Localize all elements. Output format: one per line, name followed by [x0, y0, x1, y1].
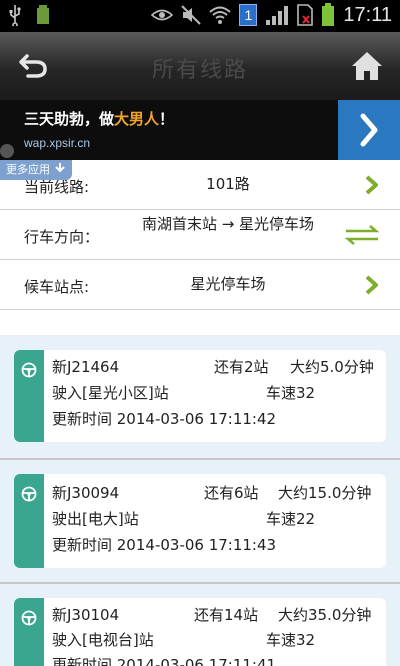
chevron-right-icon[interactable] — [364, 274, 380, 296]
android-icon — [37, 5, 49, 24]
bus-card[interactable]: 新J21464 还有2站 大约5.0分钟 驶入[星光小区]站 车速32 更新时间… — [14, 350, 386, 442]
title-bar: 所有线路 — [0, 32, 400, 100]
bus-eta: 大约15.0分钟 — [278, 484, 372, 502]
bus-stops-left: 还有2站 — [214, 358, 269, 376]
bus-plate: 新J21464 — [52, 358, 120, 376]
battery-icon — [322, 3, 335, 26]
wifi-icon — [209, 6, 232, 24]
bus-speed: 车速32 — [266, 631, 316, 649]
bus-card[interactable]: 新J30104 还有14站 大约35.0分钟 驶入[电视台]站 车速32 更新时… — [14, 598, 386, 666]
bus-location: 驶出[电大]站 — [52, 510, 139, 528]
stop-row[interactable]: 候车站点: 星光停车场 — [0, 260, 400, 310]
usb-icon — [9, 5, 21, 26]
bus-update-time: 更新时间 2014-03-06 17:11:42 — [52, 410, 277, 428]
page-title: 所有线路 — [151, 58, 248, 83]
ad-headline: 三天助勃，做大男人！ — [24, 110, 175, 128]
card-strip — [14, 350, 44, 442]
route-value: 101路 — [206, 175, 250, 193]
list-item[interactable]: 新J30104 还有14站 大约35.0分钟 驶入[电视台]站 车速32 更新时… — [0, 584, 400, 666]
bus-card[interactable]: 新J30094 还有6站 大约15.0分钟 驶出[电大]站 车速22 更新时间 … — [14, 474, 386, 568]
bus-update-time: 更新时间 2014-03-06 17:11:41 — [52, 656, 277, 666]
mute-icon — [181, 5, 202, 25]
bus-speed: 车速32 — [266, 384, 316, 402]
chevron-right-icon — [360, 113, 378, 147]
clock: 17:11 — [343, 3, 392, 26]
more-apps-tab[interactable]: 更多应用 — [0, 160, 72, 180]
direction-row[interactable]: 行车方向： 南湖首末站 → 星光停车场 — [0, 210, 400, 260]
download-arrow-icon — [54, 163, 65, 173]
bus-plate: 新J30104 — [52, 606, 120, 624]
stop-label: 候车站点: — [24, 278, 90, 296]
bus-speed: 车速22 — [266, 510, 316, 528]
bus-eta: 大约35.0分钟 — [278, 606, 372, 624]
bus-update-time: 更新时间 2014-03-06 17:11:43 — [52, 536, 277, 554]
eye-icon — [151, 9, 174, 21]
list-item[interactable]: 新J21464 还有2站 大约5.0分钟 驶入[星光小区]站 车速32 更新时间… — [0, 336, 400, 460]
steering-wheel-icon — [21, 610, 37, 626]
chevron-right-icon[interactable] — [364, 174, 380, 196]
home-icon[interactable] — [350, 50, 384, 82]
list-item[interactable]: 新J30094 还有6站 大约15.0分钟 驶出[电大]站 车速22 更新时间 … — [0, 460, 400, 584]
notification-badge: 1 — [239, 4, 258, 26]
stop-value: 星光停车场 — [190, 275, 266, 293]
swap-direction-icon[interactable] — [344, 224, 380, 246]
route-info-panel: 当前线路: 101路 行车方向： 南湖首末站 → 星光停车场 候车站点: 星光停… — [0, 160, 400, 335]
steering-wheel-icon — [21, 486, 37, 502]
ad-open-button[interactable] — [338, 100, 400, 160]
bus-stops-left: 还有14站 — [194, 606, 259, 624]
bus-plate: 新J30094 — [52, 484, 120, 502]
bus-stops-left: 还有6站 — [204, 484, 259, 502]
bus-eta: 大约5.0分钟 — [290, 358, 374, 376]
no-sim-icon — [297, 4, 314, 26]
signal-icon — [266, 6, 289, 25]
steering-wheel-icon — [21, 362, 37, 378]
bus-location: 驶入[星光小区]站 — [52, 384, 169, 402]
direction-label: 行车方向： — [24, 228, 100, 246]
direction-value: 南湖首末站 → 星光停车场 — [141, 215, 315, 233]
ad-info-icon — [0, 144, 14, 158]
card-strip — [14, 598, 44, 666]
status-bar: 1 17:11 — [0, 0, 400, 32]
bus-list: 新J21464 还有2站 大约5.0分钟 驶入[星光小区]站 车速32 更新时间… — [0, 336, 400, 666]
bus-location: 驶入[电视台]站 — [52, 631, 154, 649]
card-strip — [14, 474, 44, 568]
ad-banner[interactable]: 三天助勃，做大男人！ wap.xpsir.cn — [0, 100, 400, 160]
ad-url: wap.xpsir.cn — [24, 136, 91, 150]
